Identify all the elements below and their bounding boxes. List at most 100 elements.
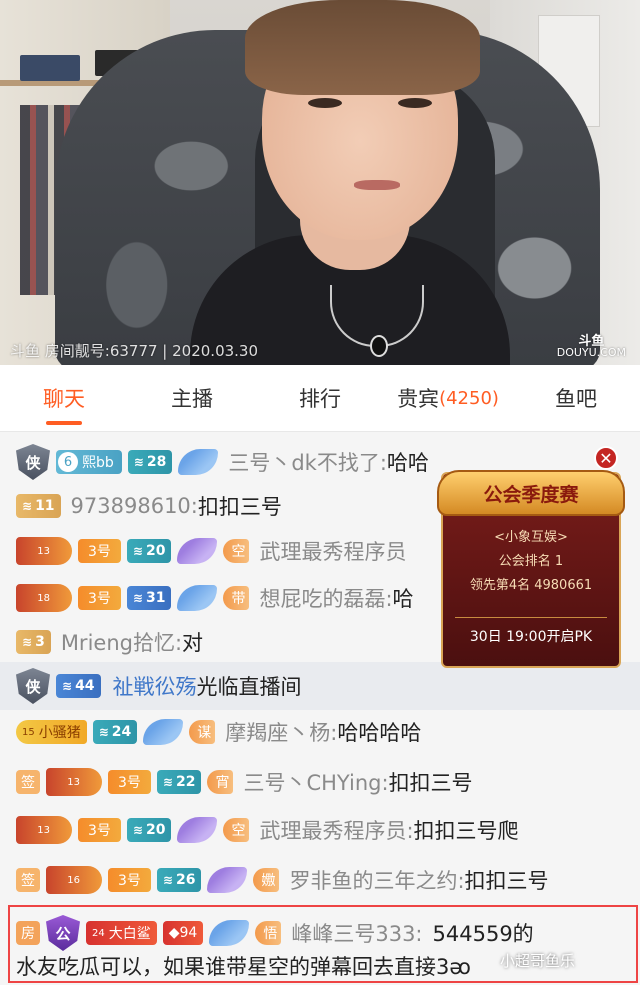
noble-wing-icon[interactable] [177,817,218,843]
user-level-badge[interactable]: ≋ 26 [156,868,202,892]
noble-wing-icon[interactable] [207,867,248,893]
chat-message: 签 13 3号 ≋ 22 宵 三号丶CHYing: 扣扣三号 [0,758,640,806]
dragon-level-badge[interactable]: 13 [16,816,72,844]
dragon-level-badge[interactable]: 16 [46,866,102,894]
video-player[interactable]: 斗鱼 房间靓号:63777 | 2020.03.30 斗鱼 DOUYU.COM [0,0,640,365]
guild-name: <小象互娱> [494,530,568,545]
user-level: 28 [146,454,167,470]
message-text: 扣扣三号爬 [413,819,519,843]
sign-in-badge[interactable]: 签 [16,868,40,892]
dragon-level-badge[interactable]: 13 [16,537,72,565]
user-level: 31 [145,590,166,606]
message-text: 扣扣三号 [464,869,549,893]
message-text: 扣扣三号 [197,495,282,519]
user-level: 20 [145,543,166,559]
noble-wing-icon[interactable] [177,585,218,611]
noble-wing-icon[interactable] [177,538,218,564]
highlighted-chat-message: 房 公 24 大白鲨 ◆ 94 悟 峰峰三号333: 544559的 水友吃瓜可以，… [8,905,638,983]
message-text: 哈哈哈哈 [337,721,422,745]
message-text: 哈哈 [386,451,429,475]
tab-fishbar[interactable]: 鱼吧 [512,365,640,431]
title-badge[interactable]: 空 [223,818,250,842]
dragon-level: 13 [37,545,50,557]
tab-ranking[interactable]: 排行 [256,365,384,431]
title-badge[interactable]: 悟 [255,921,282,945]
nickname[interactable]: 三号丶dk不找了: [228,447,387,477]
gold-name: 小骚猪 [38,725,81,741]
title-badge[interactable]: 带 [223,586,250,610]
title-badge[interactable]: 宵 [207,770,234,794]
douyu-logo: 斗鱼 DOUYU.COM [557,335,626,358]
nickname[interactable]: 973898610: [71,494,198,518]
nickname[interactable]: 罗非鱼的三年之约: [289,865,464,895]
nickname[interactable]: 摩羯座丶杨: [225,717,337,747]
level-icon: ≋ [98,725,109,739]
level-icon: ≋ [132,823,143,837]
user-level-badge[interactable]: ≋ 28 [127,450,173,474]
knight-shield-icon[interactable]: 侠 [16,444,50,480]
guild-level: 24 [92,927,105,939]
room-badge[interactable]: 3号 [108,770,151,794]
user-level-badge[interactable]: ≋ 11 [16,494,61,518]
user-level-badge[interactable]: ≋ 20 [126,539,172,563]
message-header: 房 公 24 大白鲨 ◆ 94 悟 峰峰三号333: 544559的 [16,915,534,951]
user-level-badge[interactable]: ≋ 44 [56,674,101,698]
noble-wing-icon[interactable] [143,719,184,745]
chat-message: 13 3号 ≋ 20 空 武理最秀程序员: 扣扣三号爬 [0,806,640,854]
fan-badge[interactable]: 6 熙bb [56,450,122,474]
dragon-level: 13 [67,776,80,788]
fan-name: 熙bb [82,455,114,471]
user-level-badge[interactable]: ≋ 20 [126,818,172,842]
nickname[interactable]: 三号丶CHYing: [243,767,388,797]
tab-chat[interactable]: 聊天 [0,365,128,431]
tab-vip[interactable]: 贵宾 (4250) [384,365,512,431]
entering-user-name[interactable]: 祉戦彸殇 [113,671,197,701]
nickname[interactable]: 想屁吃的磊磊: [259,583,392,613]
guild-season-popup[interactable]: 公会季度赛 <小象互娱> 公会排名 1 领先第4名 4980661 30日 19… [437,470,625,668]
user-level-badge[interactable]: ≋ 24 [92,720,138,744]
level-icon: ≋ [22,499,33,513]
level-icon: ≋ [133,455,144,469]
title-badge[interactable]: 嫐 [253,868,280,892]
guild-crest-icon[interactable]: 公 [46,915,80,951]
guild-name: 大白鲨 [108,926,151,942]
level-icon: ≋ [132,544,143,558]
nickname[interactable]: 峰峰三号333: [291,918,422,948]
room-manager-badge[interactable]: 房 [16,921,40,945]
mouth [354,180,400,190]
user-level-badge[interactable]: ≋ 31 [126,586,172,610]
user-level-badge[interactable]: ≋ 22 [156,770,202,794]
room-badge[interactable]: 3号 [78,586,121,610]
room-badge[interactable]: 3号 [108,868,151,892]
dragon-level: 18 [37,592,50,604]
corner-watermark: 小超哥鱼乐 [500,952,576,970]
title-badge[interactable]: 谋 [189,720,216,744]
guild-badge[interactable]: 24 大白鲨 [86,921,157,945]
noble-wing-icon[interactable] [178,449,219,475]
pk-schedule-button[interactable]: 30日 19:00开启PK [455,617,607,654]
nickname[interactable]: Mrieng拾忆: [61,627,182,657]
user-level-badge[interactable]: ≋ 3 [16,630,51,654]
tab-bar: 聊天 主播 排行 贵宾 (4250) 鱼吧 [0,365,640,432]
knight-shield-icon[interactable]: 侠 [16,668,50,704]
dragon-level-badge[interactable]: 13 [46,768,102,796]
room-badge[interactable]: 3号 [78,818,121,842]
chat-message: 15 小骚猪 ≋ 24 谋 摩羯座丶杨: 哈哈哈哈 [0,708,640,756]
close-icon[interactable]: ✕ [594,446,618,470]
fan-level: 6 [58,452,78,472]
gold-fan-badge[interactable]: 15 小骚猪 [16,720,87,744]
tab-streamer[interactable]: 主播 [128,365,256,431]
room-badge[interactable]: 3号 [78,539,121,563]
sign-in-badge[interactable]: 签 [16,770,40,794]
title-badge[interactable]: 空 [223,539,250,563]
system-text: 光临直播间 [196,675,302,699]
user-level-badge[interactable]: ◆ 94 [162,921,204,945]
nickname[interactable]: 武理最秀程序员: [259,815,413,845]
nickname[interactable]: 武理最秀程序员 [259,536,406,566]
noble-wing-icon[interactable] [209,920,250,946]
eye [398,98,432,108]
user-level: 44 [75,678,95,694]
level-icon: ≋ [62,679,73,693]
chat-message: 签 16 3号 ≋ 26 嫐 罗非鱼的三年之约: 扣扣三号 [0,856,640,904]
dragon-level-badge[interactable]: 18 [16,584,72,612]
